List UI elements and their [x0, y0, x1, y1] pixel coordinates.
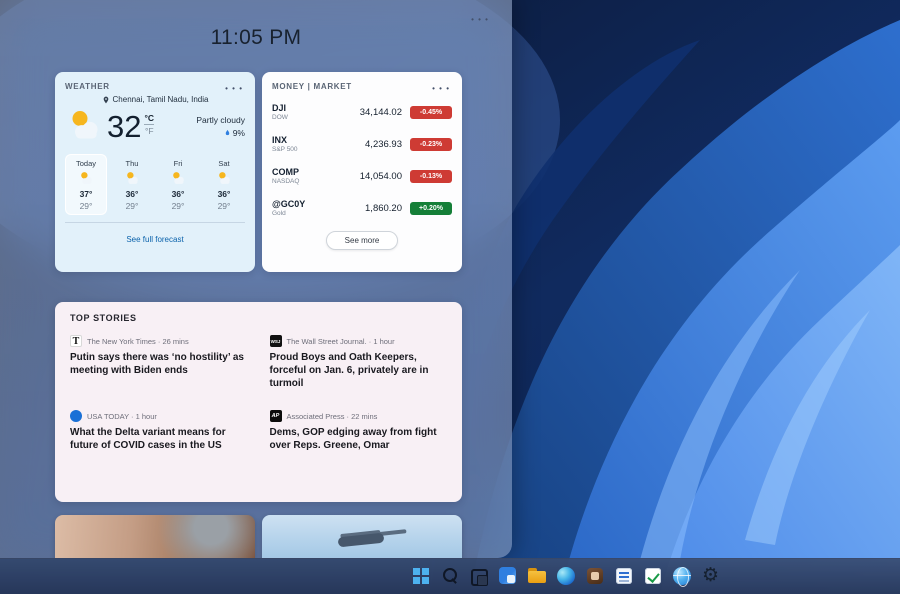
desktop: 11:05 PM WEATHER Chennai, Tamil Nadu, In… [0, 0, 900, 594]
see-full-forecast-link[interactable]: See full forecast [126, 235, 183, 244]
precipitation-value: 9% [233, 128, 245, 138]
market-row-inx[interactable]: INX S&P 500 4,236.93 -0.23% [272, 128, 452, 160]
story-item[interactable]: AP Associated Press · 22 mins Dems, GOP … [270, 410, 448, 452]
market-rows: DJI DOW 34,144.02 -0.45% INX S&P 500 4,2… [272, 96, 452, 224]
panel-more-icon[interactable] [468, 10, 492, 24]
top-stories-widget[interactable]: TOP STORIES T The New York Times · 26 mi… [55, 302, 462, 502]
weather-condition: Partly cloudy [196, 115, 245, 125]
taskbar [0, 558, 900, 594]
settings-icon[interactable] [698, 563, 724, 589]
unit-fahrenheit-toggle[interactable]: °F [144, 126, 154, 136]
forecast-day-thu[interactable]: Thu 36° 29° [111, 154, 153, 215]
story-headline: Putin says there was ‘no hostility’ as m… [70, 351, 248, 377]
market-widget[interactable]: MONEY | MARKET DJI DOW 34,144.02 -0.45% … [262, 72, 462, 272]
task-view-icon[interactable] [466, 563, 492, 589]
story-meta: The New York Times · 26 mins [87, 337, 189, 346]
see-more-button[interactable]: See more [326, 231, 399, 250]
partly-cloudy-icon [170, 170, 187, 187]
stories-grid: T The New York Times · 26 mins Putin say… [70, 335, 447, 452]
partly-cloudy-icon [124, 170, 141, 187]
weather-more-icon[interactable] [223, 79, 245, 94]
story-item[interactable]: USA TODAY · 1 hour What the Delta varian… [70, 410, 248, 452]
forecast-row: Today 37° 29° Thu 36° 29° Fri 36° 29° [65, 154, 245, 215]
partly-cloudy-icon [65, 106, 105, 146]
widgets-icon[interactable] [495, 563, 521, 589]
story-headline: Dems, GOP edging away from fight over Re… [270, 426, 448, 452]
story-headline: What the Delta variant means for future … [70, 426, 248, 452]
store-icon[interactable] [611, 563, 637, 589]
story-item[interactable]: T The New York Times · 26 mins Putin say… [70, 335, 248, 390]
change-badge: -0.45% [410, 106, 452, 119]
file-explorer-icon[interactable] [524, 563, 550, 589]
search-icon[interactable] [437, 563, 463, 589]
forecast-day-today[interactable]: Today 37° 29° [65, 154, 107, 215]
taskbar-icons [408, 563, 724, 589]
change-badge: +0.20% [410, 202, 452, 215]
weather-widget[interactable]: WEATHER Chennai, Tamil Nadu, India 32 °C… [55, 72, 255, 272]
forecast-day-fri[interactable]: Fri 36° 29° [157, 154, 199, 215]
start-icon[interactable] [408, 563, 434, 589]
widgets-panel: 11:05 PM WEATHER Chennai, Tamil Nadu, In… [0, 0, 512, 558]
to-do-icon[interactable] [640, 563, 666, 589]
usa-today-logo-icon [70, 410, 82, 422]
clock: 11:05 PM [0, 26, 512, 50]
story-headline: Proud Boys and Oath Keepers, forceful on… [270, 351, 448, 390]
droplet-icon [224, 128, 231, 137]
story-meta: The Wall Street Journal. · 1 hour [287, 337, 395, 346]
wsj-logo-icon: WSJ [270, 335, 282, 347]
news-image-card[interactable] [55, 515, 255, 558]
forecast-day-sat[interactable]: Sat 36° 29° [203, 154, 245, 215]
nyt-logo-icon: T [70, 335, 82, 347]
location-pin-icon [102, 96, 110, 104]
edge-icon[interactable] [553, 563, 579, 589]
story-meta: USA TODAY · 1 hour [87, 412, 157, 421]
change-badge: -0.23% [410, 138, 452, 151]
current-temperature: 32 [107, 111, 141, 142]
internet-icon[interactable] [669, 563, 695, 589]
market-title: MONEY | MARKET [272, 82, 352, 91]
market-row-gold[interactable]: @GC0Y Gold 1,860.20 +0.20% [272, 192, 452, 224]
weather-location: Chennai, Tamil Nadu, India [65, 95, 245, 104]
news-image-card[interactable] [262, 515, 462, 558]
top-stories-title: TOP STORIES [70, 313, 447, 323]
ap-logo-icon: AP [270, 410, 282, 422]
change-badge: -0.13% [410, 170, 452, 183]
story-item[interactable]: WSJ The Wall Street Journal. · 1 hour Pr… [270, 335, 448, 390]
market-row-dji[interactable]: DJI DOW 34,144.02 -0.45% [272, 96, 452, 128]
unit-celsius-toggle[interactable]: °C [144, 113, 154, 125]
market-more-icon[interactable] [430, 79, 452, 94]
weather-current: 32 °C °F Partly cloudy 9% [65, 106, 245, 146]
story-meta: Associated Press · 22 mins [287, 412, 378, 421]
weather-title: WEATHER [65, 82, 110, 91]
partly-cloudy-icon [216, 170, 233, 187]
partly-cloudy-icon [78, 170, 95, 187]
app-icon[interactable] [582, 563, 608, 589]
market-row-comp[interactable]: COMP NASDAQ 14,054.00 -0.13% [272, 160, 452, 192]
